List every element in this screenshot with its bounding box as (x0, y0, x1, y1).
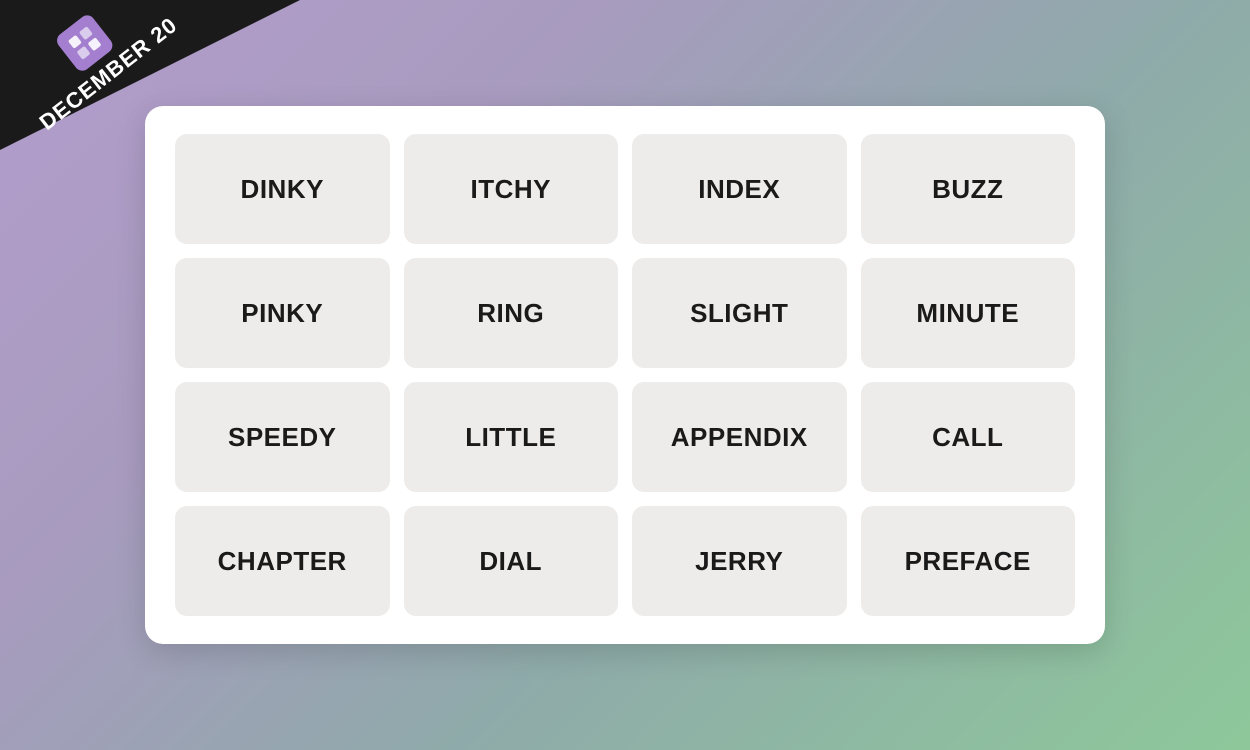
word-label: PREFACE (905, 546, 1031, 577)
word-cell[interactable]: ITCHY (404, 134, 619, 244)
word-cell[interactable]: CALL (861, 382, 1076, 492)
word-cell[interactable]: SLIGHT (632, 258, 847, 368)
word-label: SLIGHT (690, 298, 788, 329)
word-label: APPENDIX (671, 422, 808, 453)
main-card: DINKY ITCHY INDEX BUZZ PINKY RING SLIGHT MINUTE… (145, 106, 1105, 644)
word-label: BUZZ (932, 174, 1003, 205)
word-grid: DINKY ITCHY INDEX BUZZ PINKY RING SLIGHT MINUTE… (175, 134, 1075, 616)
corner-banner: DECEMBER 20 (0, 0, 320, 160)
word-cell[interactable]: DIAL (404, 506, 619, 616)
word-label: RING (477, 298, 544, 329)
word-label: CALL (932, 422, 1003, 453)
word-cell[interactable]: SPEEDY (175, 382, 390, 492)
word-label: DINKY (241, 174, 324, 205)
word-label: PINKY (241, 298, 323, 329)
word-label: CHAPTER (218, 546, 347, 577)
word-cell[interactable]: INDEX (632, 134, 847, 244)
word-label: JERRY (695, 546, 783, 577)
word-label: DIAL (479, 546, 542, 577)
word-cell[interactable]: MINUTE (861, 258, 1076, 368)
word-cell[interactable]: LITTLE (404, 382, 619, 492)
word-cell[interactable]: CHAPTER (175, 506, 390, 616)
grid-icon (65, 24, 104, 63)
word-cell[interactable]: PINKY (175, 258, 390, 368)
word-label: LITTLE (465, 422, 556, 453)
word-label: INDEX (698, 174, 780, 205)
word-label: ITCHY (471, 174, 552, 205)
word-cell[interactable]: PREFACE (861, 506, 1076, 616)
word-label: SPEEDY (228, 422, 337, 453)
word-label: MINUTE (916, 298, 1019, 329)
word-cell[interactable]: APPENDIX (632, 382, 847, 492)
word-cell[interactable]: JERRY (632, 506, 847, 616)
word-cell[interactable]: BUZZ (861, 134, 1076, 244)
word-cell[interactable]: RING (404, 258, 619, 368)
